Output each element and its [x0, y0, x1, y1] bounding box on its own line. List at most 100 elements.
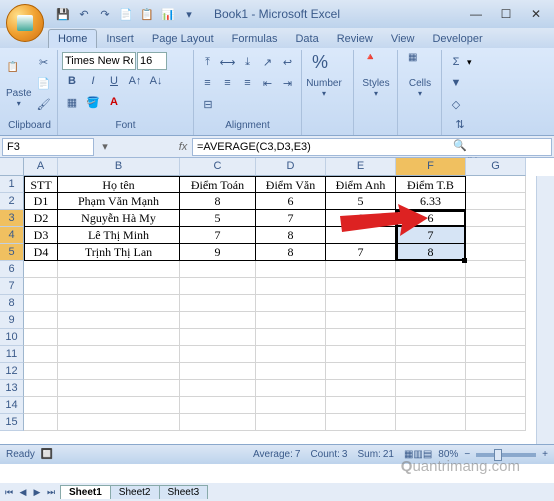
cell[interactable]	[180, 346, 256, 363]
cell[interactable]	[58, 363, 180, 380]
find-select-icon[interactable]: 🔍	[450, 135, 470, 155]
cell[interactable]: 8	[256, 227, 326, 244]
qat-dropdown-icon[interactable]: ▾	[180, 5, 198, 23]
cell[interactable]	[58, 295, 180, 312]
cell[interactable]	[396, 363, 466, 380]
cell[interactable]	[466, 346, 526, 363]
cell[interactable]: Điểm Toán	[180, 176, 256, 193]
cell[interactable]	[396, 397, 466, 414]
cell[interactable]	[326, 261, 396, 278]
fx-button[interactable]: fx	[174, 138, 192, 156]
cell[interactable]	[180, 380, 256, 397]
cell[interactable]	[396, 329, 466, 346]
cell[interactable]	[466, 210, 526, 227]
cell[interactable]: 6	[256, 193, 326, 210]
tab-formulas[interactable]: Formulas	[223, 30, 287, 48]
redo-icon[interactable]: ↷	[96, 5, 114, 23]
cell[interactable]: 9	[180, 244, 256, 261]
qat-item[interactable]: 📋	[138, 5, 156, 23]
cell[interactable]: 6.33	[396, 193, 466, 210]
cell[interactable]: Họ tên	[58, 176, 180, 193]
cell[interactable]	[256, 414, 326, 431]
format-painter-icon[interactable]: 🖌	[34, 94, 54, 114]
minimize-button[interactable]: —	[462, 5, 490, 23]
tab-review[interactable]: Review	[328, 30, 382, 48]
cell[interactable]	[58, 397, 180, 414]
cell[interactable]	[256, 363, 326, 380]
cell[interactable]	[180, 329, 256, 346]
cell[interactable]: Lê Thị Minh	[58, 227, 180, 244]
cell[interactable]	[58, 380, 180, 397]
cell[interactable]: 8	[256, 244, 326, 261]
styles-button[interactable]: 🔺 Styles ▾	[358, 52, 394, 98]
cell[interactable]	[326, 363, 396, 380]
cell[interactable]	[326, 295, 396, 312]
cell[interactable]	[466, 397, 526, 414]
row-header[interactable]: 15	[0, 414, 24, 431]
row-header[interactable]: 13	[0, 380, 24, 397]
cell[interactable]	[396, 261, 466, 278]
cell[interactable]	[256, 278, 326, 295]
row-header[interactable]: 11	[0, 346, 24, 363]
tab-insert[interactable]: Insert	[97, 30, 143, 48]
cell[interactable]: Điểm T.B	[396, 176, 466, 193]
sort-filter-icon[interactable]: ⇅	[450, 114, 470, 134]
zoom-slider[interactable]	[476, 453, 536, 457]
sheet-nav-first-icon[interactable]: ⏮	[2, 485, 16, 499]
align-bottom-icon[interactable]: ⤓	[238, 52, 257, 72]
col-header[interactable]: A	[24, 158, 58, 176]
row-header[interactable]: 7	[0, 278, 24, 295]
cell[interactable]	[58, 278, 180, 295]
cell[interactable]	[256, 329, 326, 346]
tab-view[interactable]: View	[382, 30, 424, 48]
cell[interactable]	[466, 329, 526, 346]
cell[interactable]	[396, 414, 466, 431]
autosum-icon[interactable]: Σ	[446, 52, 466, 72]
tab-data[interactable]: Data	[286, 30, 327, 48]
row-header[interactable]: 1	[0, 176, 24, 193]
name-box-dropdown-icon[interactable]: ▾	[96, 138, 114, 156]
row-header[interactable]: 10	[0, 329, 24, 346]
cell[interactable]: Nguyễn Hà My	[58, 210, 180, 227]
cell[interactable]	[24, 363, 58, 380]
cell[interactable]: Điểm Văn	[256, 176, 326, 193]
cell[interactable]	[396, 295, 466, 312]
align-left-icon[interactable]: ≡	[198, 73, 217, 93]
sheet-nav-next-icon[interactable]: ▶	[30, 485, 44, 499]
merge-center-icon[interactable]: ⊟	[198, 94, 218, 114]
cell[interactable]: 7	[396, 227, 466, 244]
row-header[interactable]: 3	[0, 210, 24, 227]
cell[interactable]	[326, 329, 396, 346]
fill-icon[interactable]: ▼	[446, 73, 466, 93]
col-header[interactable]: C	[180, 158, 256, 176]
italic-button[interactable]: I	[83, 71, 103, 91]
office-button[interactable]	[6, 4, 44, 42]
cell[interactable]	[326, 227, 396, 244]
cell[interactable]: Phạm Văn Mạnh	[58, 193, 180, 210]
cell[interactable]	[24, 346, 58, 363]
sheet-tab[interactable]: Sheet2	[110, 485, 160, 499]
row-header[interactable]: 9	[0, 312, 24, 329]
fill-color-button[interactable]: 🪣	[83, 92, 103, 112]
select-all-corner[interactable]	[0, 158, 24, 176]
cell[interactable]	[326, 397, 396, 414]
border-button[interactable]: ▦	[62, 92, 82, 112]
cell[interactable]	[466, 363, 526, 380]
col-header[interactable]: B	[58, 158, 180, 176]
zoom-level[interactable]: 80%	[438, 449, 458, 460]
qat-item[interactable]: 📄	[117, 5, 135, 23]
clear-icon[interactable]: ◇	[446, 94, 466, 114]
cut-icon[interactable]: ✂	[34, 52, 54, 72]
cell[interactable]	[466, 414, 526, 431]
cell[interactable]	[180, 312, 256, 329]
font-name-select[interactable]	[62, 52, 136, 70]
name-box[interactable]	[2, 138, 94, 156]
cell[interactable]: 8	[180, 193, 256, 210]
cell[interactable]: 7	[180, 227, 256, 244]
cell[interactable]	[24, 397, 58, 414]
fill-handle[interactable]	[462, 258, 467, 263]
col-header[interactable]: G	[466, 158, 526, 176]
cell[interactable]	[58, 261, 180, 278]
font-size-select[interactable]	[137, 52, 167, 70]
col-header[interactable]: E	[326, 158, 396, 176]
